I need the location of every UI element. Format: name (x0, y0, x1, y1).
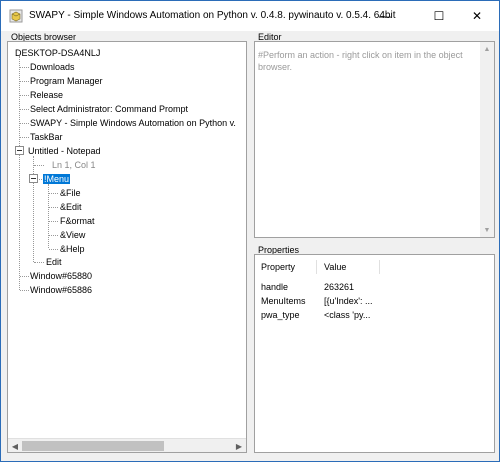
property-name[interactable]: handle (261, 280, 288, 294)
tree-connector (20, 67, 29, 68)
scrollbar-thumb[interactable] (22, 441, 164, 451)
close-button[interactable]: ✕ (454, 1, 500, 31)
window-title: SWAPY - Simple Windows Automation on Pyt… (29, 10, 396, 21)
python-app-icon (9, 9, 23, 23)
title-bar[interactable]: SWAPY - Simple Windows Automation on Pyt… (1, 1, 499, 31)
tree-connector (34, 165, 44, 166)
tree-connector (20, 81, 29, 82)
tree-item-swapy[interactable]: SWAPY - Simple Windows Automation on Pyt… (30, 117, 236, 129)
scroll-right-icon[interactable]: ▶ (232, 439, 246, 453)
tree-connector (34, 262, 44, 263)
tree-connector (20, 95, 29, 96)
column-header-property[interactable]: Property (261, 260, 295, 274)
tree-item-window-65880[interactable]: Window#65880 (30, 270, 92, 282)
tree-item-menu-edit[interactable]: &Edit (60, 201, 82, 213)
tree-connector (49, 221, 58, 222)
maximize-icon: ☐ (433, 9, 445, 23)
tree-item-menu-format[interactable]: F&ormat (60, 215, 95, 227)
tree-item-command-prompt[interactable]: Select Administrator: Command Prompt (30, 103, 188, 115)
objects-browser-panel[interactable]: DESKTOP-DSA4NLJ Downloads Program Manage… (7, 41, 247, 453)
column-header-value[interactable]: Value (324, 260, 346, 274)
close-icon: ✕ (471, 9, 483, 23)
editor-vertical-scrollbar[interactable]: ▲ ▼ (480, 42, 494, 237)
tree-connector (20, 123, 29, 124)
tree-item-window-65886[interactable]: Window#65886 (30, 284, 92, 296)
collapse-menu-icon[interactable] (29, 174, 38, 183)
tree-connector (20, 137, 29, 138)
tree-connector (49, 235, 58, 236)
scroll-up-icon[interactable]: ▲ (480, 42, 494, 56)
tree-connector (49, 207, 58, 208)
tree-item-program-manager[interactable]: Program Manager (30, 75, 103, 87)
tree-item-release[interactable]: Release (30, 89, 63, 101)
editor-panel[interactable]: #Perform an action - right click on item… (254, 41, 495, 238)
horizontal-scrollbar[interactable]: ◀ ▶ (8, 438, 246, 452)
tree-item-menu-help[interactable]: &Help (60, 243, 85, 255)
tree-connector (33, 156, 34, 262)
tree-item-notepad[interactable]: Untitled - Notepad (28, 145, 101, 157)
tree-item-downloads[interactable]: Downloads (30, 61, 75, 73)
property-name[interactable]: pwa_type (261, 308, 300, 322)
tree-connector (19, 56, 20, 290)
minimize-icon: — (379, 9, 391, 23)
scroll-down-icon[interactable]: ▼ (480, 223, 494, 237)
object-tree[interactable]: DESKTOP-DSA4NLJ Downloads Program Manage… (8, 42, 246, 439)
collapse-notepad-icon[interactable] (15, 146, 24, 155)
tree-item-menu-file[interactable]: &File (60, 187, 81, 199)
property-name[interactable]: MenuItems (261, 294, 306, 308)
tree-connector (49, 249, 58, 250)
property-value[interactable]: 263261 (324, 280, 354, 294)
tree-connector (20, 276, 29, 277)
tree-connector (20, 109, 29, 110)
tree-item-menu[interactable]: !Menu (43, 173, 71, 185)
minimize-button[interactable]: — (362, 1, 408, 31)
tree-connector (20, 290, 29, 291)
scroll-left-icon[interactable]: ◀ (8, 439, 22, 453)
property-value[interactable]: [{u'Index': ... (324, 294, 372, 308)
tree-item-edit-control[interactable]: Edit (46, 256, 62, 268)
properties-panel[interactable]: Property Value handle 263261 MenuItems [… (254, 254, 495, 453)
tree-connector (49, 193, 58, 194)
property-value[interactable]: <class 'py... (324, 308, 370, 322)
tree-item-menu-view[interactable]: &View (60, 229, 85, 241)
app-window: SWAPY - Simple Windows Automation on Pyt… (0, 0, 500, 462)
tree-item-statusbar[interactable]: Ln 1, Col 1 (52, 159, 96, 171)
column-separator[interactable] (379, 260, 380, 274)
tree-item-taskbar[interactable]: TaskBar (30, 131, 63, 143)
column-separator[interactable] (316, 260, 317, 274)
editor-placeholder: #Perform an action - right click on item… (258, 50, 463, 72)
tree-root-desktop[interactable]: DESKTOP-DSA4NLJ (15, 47, 100, 59)
